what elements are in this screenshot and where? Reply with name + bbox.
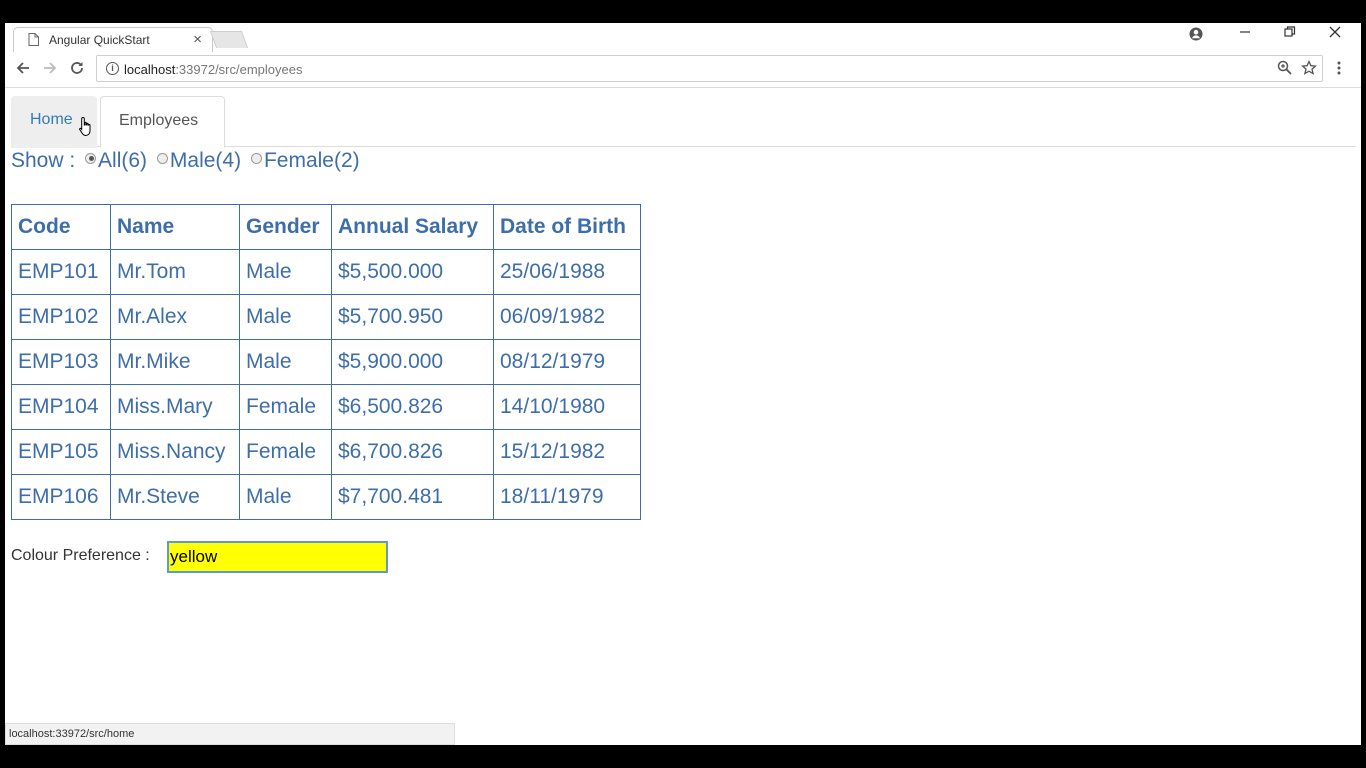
cell-salary: $5,500.000 xyxy=(331,249,494,295)
status-bar: localhost:33972/src/home xyxy=(5,723,455,745)
colour-preference-label: Colour Preference : xyxy=(11,547,150,564)
nav-tab-employees[interactable]: Employees xyxy=(100,96,225,148)
browser-toolbar: i localhost:33972/src/employees xyxy=(5,52,1361,88)
table-row: EMP102 Mr.Alex Male $5,700.950 06/09/198… xyxy=(11,294,641,340)
url-text: localhost:33972/src/employees xyxy=(124,62,303,77)
cell-dob: 14/10/1980 xyxy=(493,384,641,430)
cell-name: Mr.Steve xyxy=(110,474,240,520)
gender-filter: Show : All(6) Male(4) Female(2) xyxy=(11,149,360,173)
cell-gender: Male xyxy=(239,249,332,295)
cell-salary: $5,900.000 xyxy=(331,339,494,385)
cell-dob: 18/11/1979 xyxy=(493,474,641,520)
cell-code: EMP102 xyxy=(11,294,111,340)
filter-label: Show : xyxy=(11,149,76,172)
profile-icon[interactable] xyxy=(1189,27,1203,44)
cell-name: Miss.Mary xyxy=(110,384,240,430)
cell-name: Mr.Mike xyxy=(110,339,240,385)
cell-gender: Female xyxy=(239,384,332,430)
cell-dob: 08/12/1979 xyxy=(493,339,641,385)
browser-window: Angular QuickStart × i localhost:33972/s… xyxy=(5,23,1361,745)
restore-icon[interactable] xyxy=(1284,25,1296,41)
header-gender: Gender xyxy=(239,204,332,250)
cell-dob: 15/12/1982 xyxy=(493,429,641,475)
tab-close-icon[interactable]: × xyxy=(193,31,202,48)
cell-salary: $6,500.826 xyxy=(331,384,494,430)
cell-code: EMP101 xyxy=(11,249,111,295)
cell-name: Mr.Tom xyxy=(110,249,240,295)
address-bar[interactable]: i localhost:33972/src/employees xyxy=(96,55,1323,82)
table-row: EMP101 Mr.Tom Male $5,500.000 25/06/1988 xyxy=(11,249,641,295)
cell-name: Miss.Nancy xyxy=(110,429,240,475)
menu-icon[interactable] xyxy=(1337,61,1341,78)
hand-cursor-icon xyxy=(78,116,94,143)
table-row: EMP106 Mr.Steve Male $7,700.481 18/11/19… xyxy=(11,474,641,520)
cell-gender: Male xyxy=(239,294,332,340)
cell-code: EMP103 xyxy=(11,339,111,385)
radio-male-label[interactable]: Male(4) xyxy=(170,149,241,172)
page-nav-tabs: Home Employees xyxy=(11,94,1356,148)
back-icon[interactable] xyxy=(15,60,31,80)
reload-icon[interactable] xyxy=(69,60,85,80)
colour-preference: Colour Preference : xyxy=(11,541,388,573)
radio-female-label[interactable]: Female(2) xyxy=(264,149,360,172)
cell-gender: Female xyxy=(239,429,332,475)
new-tab-button[interactable] xyxy=(209,31,249,48)
employee-table: Code Name Gender Annual Salary Date of B… xyxy=(11,204,641,520)
minimize-icon[interactable] xyxy=(1239,24,1251,41)
tab-title: Angular QuickStart xyxy=(49,33,150,47)
cell-salary: $7,700.481 xyxy=(331,474,494,520)
bookmark-star-icon[interactable] xyxy=(1300,59,1318,79)
header-name: Name xyxy=(110,204,240,250)
radio-all-label[interactable]: All(6) xyxy=(98,149,147,172)
header-annual-salary: Annual Salary xyxy=(331,204,494,250)
radio-male[interactable] xyxy=(156,152,168,164)
info-icon[interactable]: i xyxy=(106,62,119,75)
colour-preference-input[interactable] xyxy=(167,541,388,573)
cell-gender: Male xyxy=(239,474,332,520)
cell-code: EMP105 xyxy=(11,429,111,475)
table-row: EMP105 Miss.Nancy Female $6,700.826 15/1… xyxy=(11,429,641,475)
cell-dob: 25/06/1988 xyxy=(493,249,641,295)
header-date-of-birth: Date of Birth xyxy=(493,204,641,250)
page-icon xyxy=(28,33,39,49)
radio-female[interactable] xyxy=(250,152,262,164)
close-window-icon[interactable] xyxy=(1329,25,1341,41)
cell-name: Mr.Alex xyxy=(110,294,240,340)
forward-icon[interactable] xyxy=(42,60,58,80)
radio-all[interactable] xyxy=(85,152,97,164)
cell-code: EMP104 xyxy=(11,384,111,430)
tab-strip: Angular QuickStart × xyxy=(5,23,1361,52)
browser-tab[interactable]: Angular QuickStart × xyxy=(13,27,213,52)
cell-code: EMP106 xyxy=(11,474,111,520)
table-row: EMP103 Mr.Mike Male $5,900.000 08/12/197… xyxy=(11,339,641,385)
cell-salary: $6,700.826 xyxy=(331,429,494,475)
zoom-icon[interactable] xyxy=(1277,60,1292,78)
table-row: EMP104 Miss.Mary Female $6,500.826 14/10… xyxy=(11,384,641,430)
cell-dob: 06/09/1982 xyxy=(493,294,641,340)
table-header-row: Code Name Gender Annual Salary Date of B… xyxy=(11,204,641,250)
cell-gender: Male xyxy=(239,339,332,385)
header-code: Code xyxy=(11,204,111,250)
cell-salary: $5,700.950 xyxy=(331,294,494,340)
